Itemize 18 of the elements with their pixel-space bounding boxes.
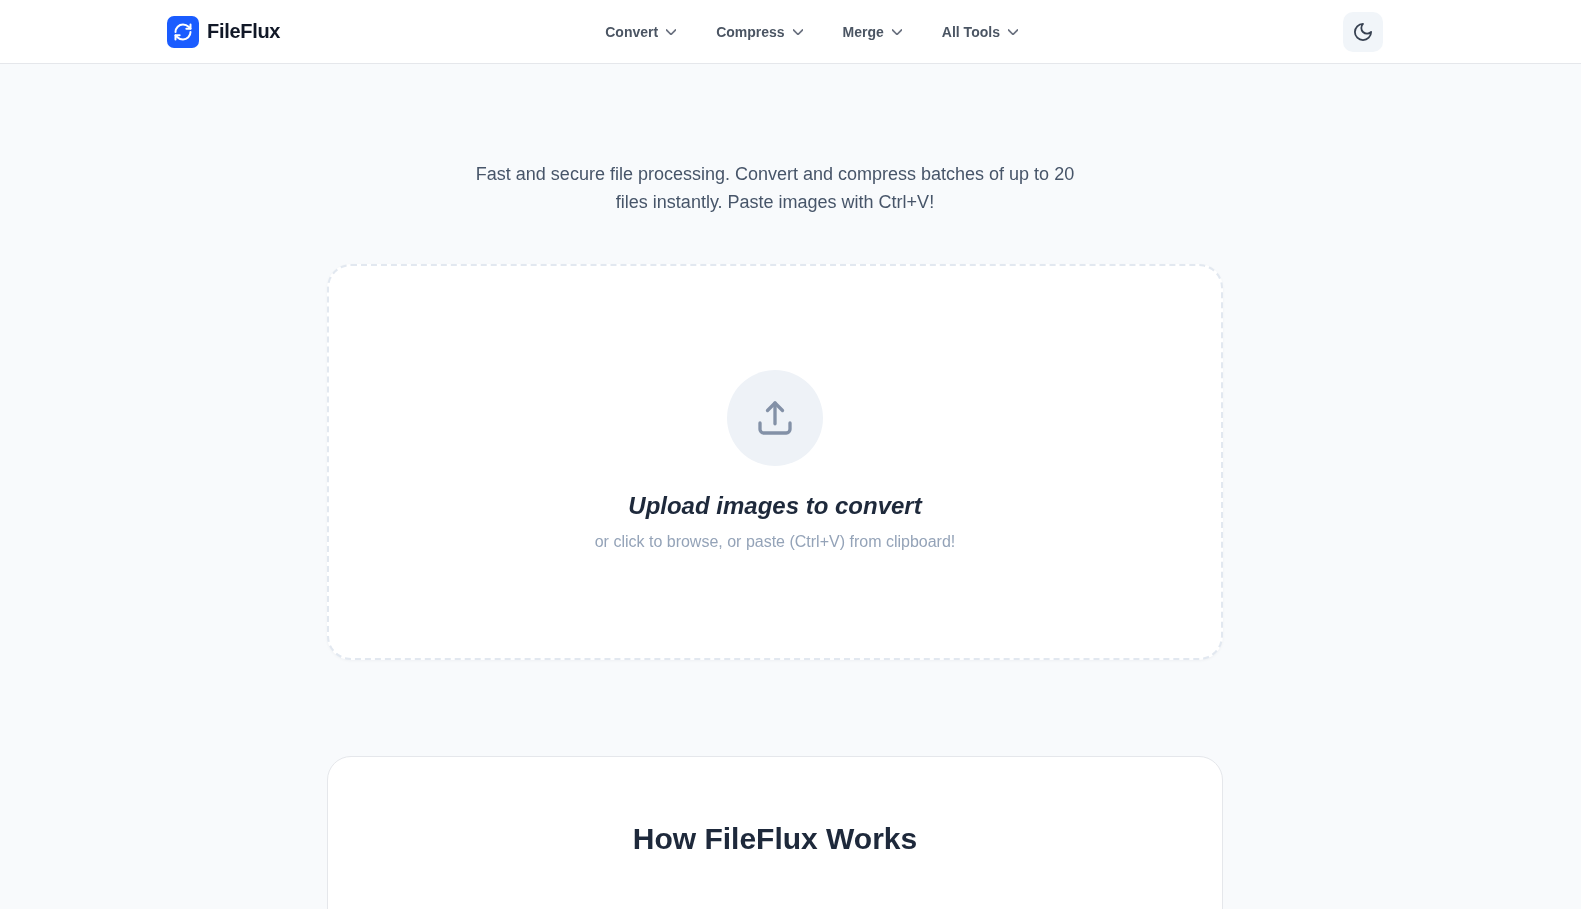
nav-menu-button[interactable]: Merge <box>830 15 914 48</box>
caret-icon <box>792 28 803 35</box>
section-heading: How FileFlux Works <box>632 821 918 857</box>
circular-arrows-icon[interactable] <box>167 15 199 48</box>
nav-menu-button[interactable]: Convert <box>593 15 689 48</box>
nav-menu-button[interactable]: Compress <box>704 15 815 48</box>
moon-icon <box>1354 22 1372 41</box>
tagline-text: Fast and secure file processing. Convert and compress batches of up to 20 files instantly. Paste images with Ctrl+V! <box>474 163 1076 214</box>
caret-icon <box>666 28 677 35</box>
upload-dropzone[interactable]: Upload images to convert or click to browse, or paste (Ctrl+V) from clipboard! <box>327 264 1223 660</box>
caret-icon <box>1007 28 1018 35</box>
caret-icon <box>891 28 902 35</box>
theme-toggle-button[interactable] <box>1343 11 1383 52</box>
upload-title: Upload images to convert <box>628 491 922 521</box>
nav-menu-button[interactable]: All Tools <box>929 15 1030 48</box>
upload-icon <box>727 370 823 466</box>
brand-name[interactable]: FileFlux <box>207 20 281 43</box>
upload-hint: or click to browse, or paste (Ctrl+V) from clipboard! <box>594 532 956 552</box>
